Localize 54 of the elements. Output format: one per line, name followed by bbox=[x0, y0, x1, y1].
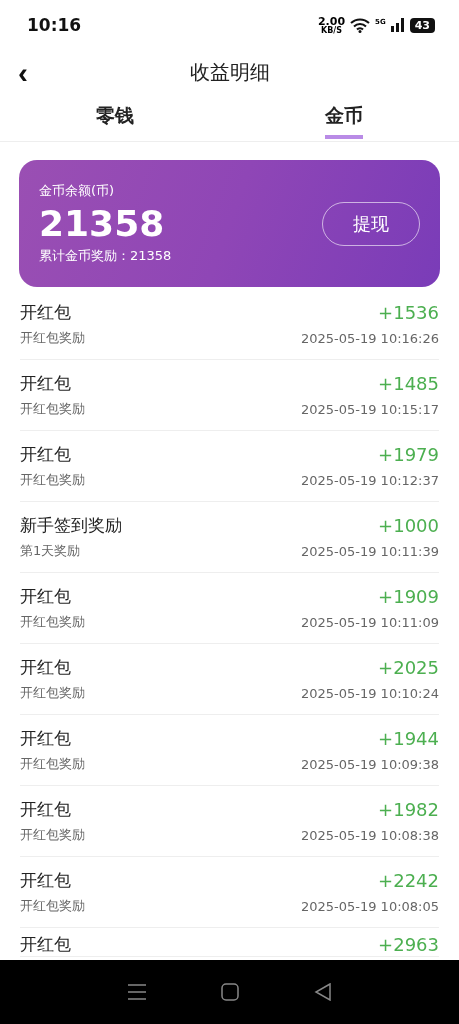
tab[interactable]: 零钱 bbox=[0, 95, 230, 141]
record-title: 新手签到奖励 bbox=[20, 514, 122, 537]
total-reward: 累计金币奖励：21358 bbox=[39, 247, 172, 266]
home-icon[interactable] bbox=[221, 983, 240, 1001]
record-title: 开红包 bbox=[20, 585, 71, 608]
record-amount: +1979 bbox=[378, 444, 439, 465]
record-amount: +2963 bbox=[378, 934, 439, 955]
record-time: 2025-05-19 10:08:38 bbox=[300, 827, 439, 843]
record-time: 2025-05-19 10:11:39 bbox=[300, 543, 439, 559]
speed-unit: KB/S bbox=[321, 26, 342, 35]
status-time: 10:16 bbox=[27, 15, 82, 35]
record-subtitle: 开红包奖励 bbox=[20, 400, 85, 418]
record-title: 开红包 bbox=[20, 798, 71, 821]
record-subtitle: 开红包奖励 bbox=[20, 826, 85, 844]
signal-icon bbox=[390, 18, 405, 32]
record-title: 开红包 bbox=[20, 656, 71, 679]
record-time: 2025-05-19 10:10:24 bbox=[300, 685, 439, 701]
record-amount: +1982 bbox=[378, 799, 439, 820]
record-amount: +1485 bbox=[378, 373, 439, 394]
record-amount: +1909 bbox=[378, 586, 439, 607]
record-subtitle: 开红包奖励 bbox=[20, 613, 85, 631]
record-time: 2025-05-19 10:09:38 bbox=[300, 756, 439, 772]
tab[interactable]: 金币 bbox=[229, 95, 459, 141]
record-time: 2025-05-19 10:12:37 bbox=[300, 472, 439, 488]
page-title: 收益明细 bbox=[189, 59, 270, 86]
back-button[interactable]: ‹ bbox=[14, 57, 32, 88]
record-amount: +2242 bbox=[378, 870, 439, 891]
record-title: 开红包 bbox=[20, 372, 71, 395]
record-time: 2025-05-19 10:08:05 bbox=[300, 898, 439, 914]
record-time: 2025-05-19 10:11:09 bbox=[300, 614, 439, 630]
record-subtitle: 开红包奖励 bbox=[20, 471, 85, 489]
record-time: 2025-05-19 10:16:26 bbox=[300, 330, 439, 346]
record-subtitle: 开红包奖励 bbox=[20, 684, 85, 702]
record-amount: +1000 bbox=[378, 515, 439, 536]
record-subtitle: 开红包奖励 bbox=[20, 755, 85, 773]
balance-amount: 21358 bbox=[39, 203, 166, 244]
record-amount: +1536 bbox=[378, 302, 439, 323]
balance-label: 金币余额(币) bbox=[39, 181, 116, 200]
record-subtitle: 第1天奖励 bbox=[20, 542, 81, 560]
battery-level: 43 bbox=[409, 17, 435, 33]
record-title: 开红包 bbox=[20, 933, 71, 956]
record-time: 2025-05-19 10:15:17 bbox=[300, 401, 439, 417]
record-subtitle: 开红包奖励 bbox=[20, 329, 85, 347]
wifi-icon bbox=[350, 17, 371, 33]
record-amount: +1944 bbox=[378, 728, 439, 749]
menu-icon[interactable] bbox=[127, 983, 148, 1001]
record-title: 开红包 bbox=[20, 301, 71, 324]
record-title: 开红包 bbox=[20, 443, 71, 466]
record-title: 开红包 bbox=[20, 727, 71, 750]
network-speed: 2.00 bbox=[317, 15, 346, 27]
record-title: 开红包 bbox=[20, 869, 71, 892]
record-amount: +2025 bbox=[378, 657, 439, 678]
back-icon[interactable] bbox=[313, 983, 332, 1001]
record-subtitle: 开红包奖励 bbox=[20, 897, 85, 915]
